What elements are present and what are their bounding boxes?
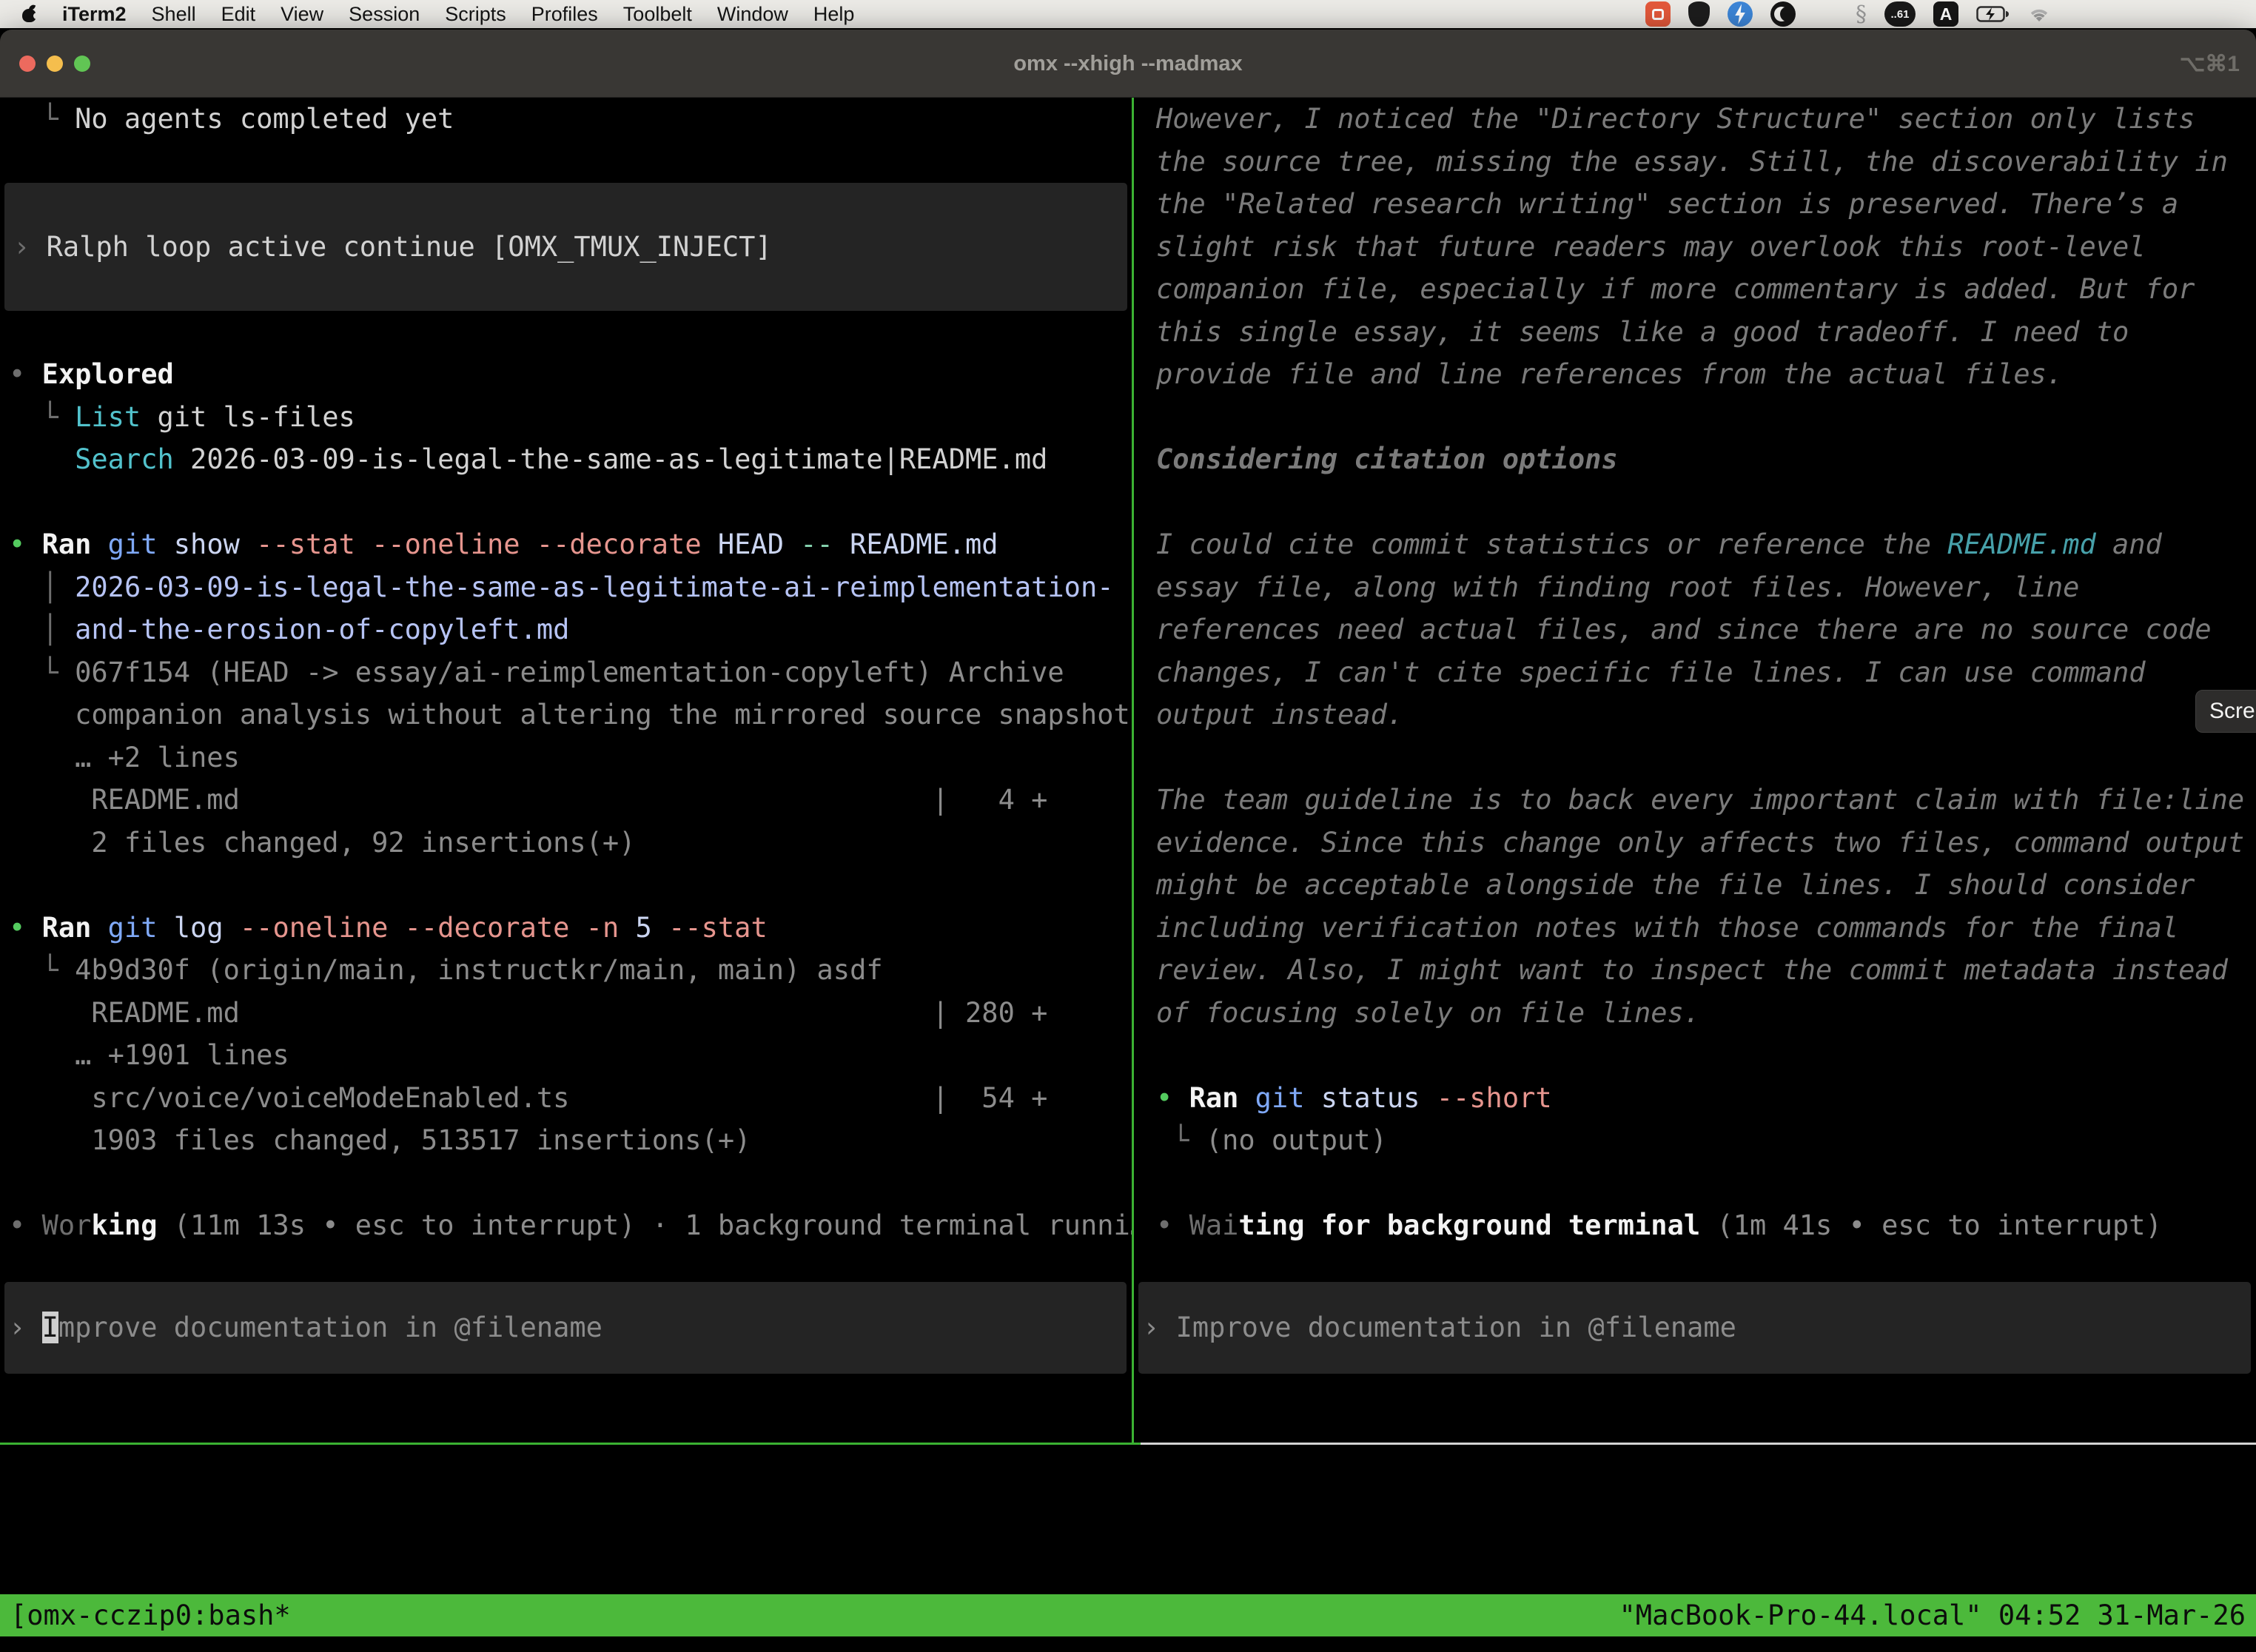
- menu-item-view[interactable]: View: [281, 3, 323, 26]
- dots-grid-icon[interactable]: [1813, 2, 1838, 27]
- prompt-input-left-text: › Improve documentation in @filename: [9, 1306, 602, 1349]
- terminal-row: Considering citation options: [1156, 438, 2256, 481]
- terminal-row: evidence. Since this change only affects…: [1156, 822, 2256, 864]
- badge-61-icon[interactable]: ..61: [1884, 1, 1916, 27]
- terminal-row: └ List git ls-files: [9, 396, 1132, 439]
- tmux-host-clock: "MacBook-Pro-44.local" 04:52 31-Mar-26: [1619, 1594, 2246, 1636]
- wifi-icon[interactable]: [2027, 4, 2052, 24]
- terminal-area: └ No agents completed yet › Ralph loop a…: [0, 98, 2256, 1443]
- inject-banner: › Ralph loop active continue [OMX_TMUX_I…: [4, 183, 1127, 311]
- terminal-row: src/voice/voiceModeEnabled.ts | 54 +: [9, 1077, 1132, 1120]
- terminal-row: changes, I can't cite specific file line…: [1156, 651, 2256, 694]
- terminal-row: • Waiting for background terminal (1m 41…: [1156, 1204, 2256, 1247]
- terminal-row: [1156, 736, 2256, 779]
- menu-item-toolbelt[interactable]: Toolbelt: [623, 3, 692, 26]
- hook-icon[interactable]: §: [1856, 1, 1867, 27]
- terminal-row: Search 2026-03-09-is-legal-the-same-as-l…: [9, 438, 1132, 481]
- terminal-row: 2 files changed, 92 insertions(+): [9, 822, 1132, 864]
- chat-icon[interactable]: [1645, 1, 1671, 27]
- tmux-status-bar: [omx-cczip0:bash* "MacBook-Pro-44.local"…: [0, 1594, 2256, 1636]
- terminal-row: • Explored: [9, 353, 1132, 396]
- terminal-row: However, I noticed the "Directory Struct…: [1156, 98, 2256, 141]
- terminal-row: I could cite commit statistics or refere…: [1156, 523, 2256, 566]
- terminal-row: [1156, 481, 2256, 524]
- bottom-bash-pane[interactable]: [OMX#0.11.9] cczip/essay/ai-reimplementa…: [0, 1445, 2256, 1652]
- terminal-row: companion analysis without altering the …: [9, 694, 1132, 736]
- terminal-row: │ 2026-03-09-is-legal-the-same-as-legiti…: [9, 566, 1132, 609]
- tmux-session-label: [omx-cczip0:bash*: [10, 1594, 291, 1636]
- token-status-right: gpt-5.4 xhigh · 96% left · 520K in · 5.8…: [1134, 1399, 2256, 1442]
- left-agent-pane[interactable]: └ No agents completed yet › Ralph loop a…: [0, 98, 1132, 1443]
- window-title: omx --xhigh --madmax: [0, 30, 2256, 98]
- tab-shortcut: ⌥⌘1: [2180, 30, 2240, 98]
- menu-item-profiles[interactable]: Profiles: [531, 3, 598, 26]
- terminal-row: README.md | 4 +: [9, 779, 1132, 822]
- terminal-row: including verification notes with those …: [1156, 907, 2256, 950]
- a-square-icon[interactable]: A: [1933, 1, 1958, 27]
- omx-status-line: [OMX#0.11.9] cczip/essay/ai-reimplementa…: [0, 1477, 2256, 1520]
- terminal-row: [9, 1162, 1132, 1205]
- terminal-row: └ (no output): [1156, 1119, 2256, 1162]
- prompt-input-right-text: › Improve documentation in @filename: [1143, 1306, 1736, 1349]
- right-rows: However, I noticed the "Directory Struct…: [1134, 98, 2256, 1247]
- terminal-row: … +1901 lines: [9, 1034, 1132, 1077]
- terminal-row: the "Related research writing" section i…: [1156, 183, 2256, 226]
- terminal-row: [1156, 1162, 2256, 1205]
- terminal-row: [9, 141, 1132, 184]
- shield-icon[interactable]: [1688, 1, 1710, 27]
- terminal-row: 1903 files changed, 513517 insertions(+): [9, 1119, 1132, 1162]
- menu-item-session[interactable]: Session: [349, 3, 420, 26]
- terminal-row: [9, 481, 1132, 524]
- menu-items: iTerm2 Shell Edit View Session Scripts Profile…: [62, 3, 854, 26]
- menu-item-edit[interactable]: Edit: [221, 3, 256, 26]
- prompt-input-right[interactable]: › Improve documentation in @filename: [1138, 1282, 2251, 1374]
- apple-menu-icon[interactable]: [22, 6, 37, 22]
- terminal-row: of focusing solely on file lines.: [1156, 992, 2256, 1035]
- titlebar[interactable]: omx --xhigh --madmax ⌥⌘1: [0, 30, 2256, 98]
- menubar: iTerm2 Shell Edit View Session Scripts Profile…: [0, 0, 2256, 28]
- terminal-row: … +2 lines: [9, 736, 1132, 779]
- terminal-row: README.md | 280 +: [9, 992, 1132, 1035]
- terminal-row: [1156, 1034, 2256, 1077]
- terminal-row: output instead.: [1156, 694, 2256, 736]
- menubar-status-icons: § ..61 A: [1645, 0, 2052, 28]
- crescent-icon[interactable]: [1770, 1, 1796, 27]
- terminal-row: └ 4b9d30f (origin/main, instructkr/main,…: [9, 949, 1132, 992]
- battery-icon[interactable]: [1976, 5, 2009, 23]
- terminal-row: [9, 864, 1132, 907]
- terminal-row: • Ran git status --short: [1156, 1077, 2256, 1120]
- terminal-row: • Working (11m 13s • esc to interrupt) ·…: [9, 1204, 1132, 1247]
- screen-tooltip: Scre: [2195, 690, 2256, 733]
- terminal-row: the source tree, missing the essay. Stil…: [1156, 141, 2256, 184]
- terminal-row: this single essay, it seems like a good …: [1156, 311, 2256, 354]
- menu-item-window[interactable]: Window: [717, 3, 788, 26]
- terminal-row: provide file and line references from th…: [1156, 353, 2256, 396]
- menu-item-scripts[interactable]: Scripts: [445, 3, 506, 26]
- prompt-input-left[interactable]: › Improve documentation in @filename: [4, 1282, 1127, 1374]
- terminal-row: └ No agents completed yet: [9, 98, 1132, 141]
- terminal-row: The team guideline is to back every impo…: [1156, 779, 2256, 822]
- menu-item-help[interactable]: Help: [813, 3, 855, 26]
- terminal-row: └ 067f154 (HEAD -> essay/ai-reimplementa…: [9, 651, 1132, 694]
- left-rows-top: └ No agents completed yet: [0, 98, 1132, 183]
- token-status-left: gpt-5.4 xhigh · main · 91% left · 2.31M …: [0, 1399, 1132, 1442]
- iterm-window: omx --xhigh --madmax ⌥⌘1 └ No agents com…: [0, 30, 2256, 1652]
- inject-banner-text: › Ralph loop active continue [OMX_TMUX_I…: [13, 226, 772, 269]
- terminal-row: companion file, especially if more comme…: [1156, 268, 2256, 311]
- spark-icon[interactable]: [1728, 1, 1753, 27]
- terminal-row: review. Also, I might want to inspect th…: [1156, 949, 2256, 992]
- menu-item-shell[interactable]: Shell: [152, 3, 196, 26]
- left-rows-main: • Explored └ List git ls-files Search 20…: [0, 311, 1132, 1247]
- terminal-row: essay file, along with finding root file…: [1156, 566, 2256, 609]
- menu-item-iterm2[interactable]: iTerm2: [62, 3, 127, 26]
- terminal-row: [1156, 396, 2256, 439]
- terminal-row: • Ran git log --oneline --decorate -n 5 …: [9, 907, 1132, 950]
- terminal-row: │ and-the-erosion-of-copyleft.md: [9, 608, 1132, 651]
- terminal-row: slight risk that future readers may over…: [1156, 226, 2256, 269]
- terminal-row: • Ran git show --stat --oneline --decora…: [9, 523, 1132, 566]
- terminal-row: [9, 311, 1132, 354]
- right-agent-pane[interactable]: However, I noticed the "Directory Struct…: [1134, 98, 2256, 1443]
- terminal-row: references need actual files, and since …: [1156, 608, 2256, 651]
- terminal-row: might be acceptable alongside the file l…: [1156, 864, 2256, 907]
